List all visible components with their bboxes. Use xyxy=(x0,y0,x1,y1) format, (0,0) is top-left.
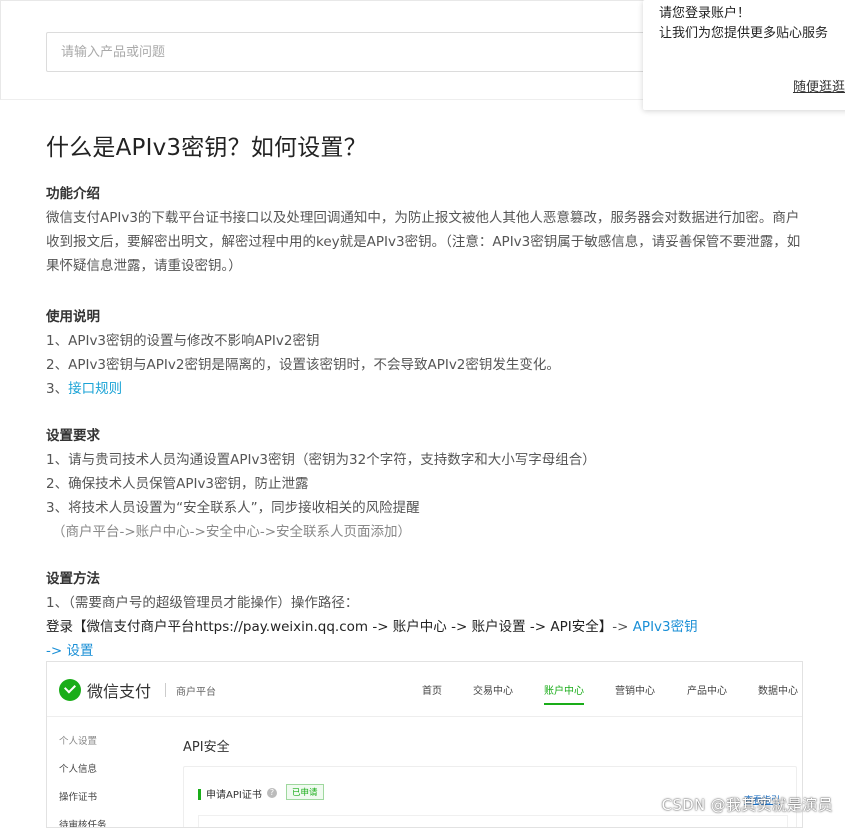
method-path-arrow: -> xyxy=(612,619,633,635)
article: 什么是APIv3密钥？如何设置？ 功能介绍 微信支付APIv3的下载平台证书接口… xyxy=(46,130,806,663)
intro-heading: 功能介绍 xyxy=(46,186,100,202)
method-section: 设置方法 1、（需要商户号的超级管理员才能操作）操作路径： 登录【微信支付商户平… xyxy=(46,567,806,663)
nav-marketing: 营销中心 xyxy=(615,686,655,697)
requirements-section: 设置要求 1、请与贵司技术人员沟通设置APIv3密钥（密钥为32个字符，支持数字… xyxy=(46,424,806,544)
login-popup-message: 让我们为您提供更多贴心服务 xyxy=(659,26,829,41)
divider xyxy=(165,683,167,697)
method-step-1: 1、（需要商户号的超级管理员才能操作）操作路径： xyxy=(46,595,359,611)
login-popup-title: 请您登录账户！ xyxy=(659,6,751,21)
applied-badge: 已申请 xyxy=(286,784,324,800)
usage-item-3: 3、接口规则 xyxy=(46,377,806,401)
method-heading: 设置方法 xyxy=(46,571,100,587)
requirement-item-3: 3、将技术人员设置为“安全联系人”，同步接收相关的风险提醒 xyxy=(46,500,420,516)
brand-sub: 商户平台 xyxy=(176,686,217,698)
api-security-title: API安全 xyxy=(183,740,230,755)
search-box[interactable] xyxy=(46,32,656,72)
side-item-personal-info: 个人信息 xyxy=(59,764,98,775)
panel-inner xyxy=(198,815,788,827)
wechat-pay-logo: 微信支付 商户平台 xyxy=(59,678,216,702)
wechat-pay-icon xyxy=(59,679,81,701)
method-path-apiv3: APIv3密钥 xyxy=(632,619,698,635)
interface-rules-link[interactable]: 接口规则 xyxy=(68,381,122,397)
intro-section: 功能介绍 微信支付APIv3的下载平台证书接口以及处理回调通知中，为防止报文被他… xyxy=(46,182,806,278)
usage-heading: 使用说明 xyxy=(46,309,100,325)
usage-item-2: 2、APIv3密钥与APIv2密钥是隔离的，设置该密钥时，不会导致APIv2密钥… xyxy=(46,357,560,373)
requirement-item-2: 2、确保技术人员保管APIv3密钥，防止泄露 xyxy=(46,476,309,492)
side-item-certificate: 操作证书 xyxy=(59,792,98,803)
brand-name: 微信支付 xyxy=(87,682,152,701)
csdn-watermark: CSDN @我其实就是演员 xyxy=(661,796,833,814)
nav-data: 数据中心 xyxy=(758,686,798,697)
method-path-set: -> 设置 xyxy=(46,643,94,659)
requirement-note: （商户平台->账户中心->安全中心->安全联系人页面添加） xyxy=(52,524,412,540)
method-path: 登录【微信支付商户平台https://pay.weixin.qq.com -> … xyxy=(46,615,806,639)
screenshot-sidebar: 个人设置 个人信息 操作证书 待审核任务 xyxy=(59,732,169,828)
nav-home: 首页 xyxy=(422,686,442,697)
method-path-text: 登录【微信支付商户平台https://pay.weixin.qq.com -> … xyxy=(46,619,613,635)
nav-product: 产品中心 xyxy=(687,686,727,697)
panel-accent-bar xyxy=(198,789,201,800)
usage-item-1: 1、APIv3密钥的设置与修改不影响APIv2密钥 xyxy=(46,333,320,349)
page-title: 什么是APIv3密钥？如何设置？ xyxy=(46,135,367,161)
usage-section: 使用说明 1、APIv3密钥的设置与修改不影响APIv2密钥 2、APIv3密钥… xyxy=(46,305,806,401)
screenshot-nav: 微信支付 商户平台 首页 交易中心 账户中心 营销中心 产品中心 数据中心 xyxy=(47,662,802,717)
api-cert-title: 申请API证书 xyxy=(206,790,262,801)
search-input[interactable] xyxy=(47,33,655,71)
side-item-personal-settings: 个人设置 xyxy=(59,736,98,747)
requirements-heading: 设置要求 xyxy=(46,428,100,444)
side-item-pending: 待审核任务 xyxy=(59,820,107,828)
intro-text: 微信支付APIv3的下载平台证书接口以及处理回调通知中，为防止报文被他人其他人恶… xyxy=(46,210,801,274)
help-icon: ? xyxy=(267,788,277,798)
nav-account: 账户中心 xyxy=(544,682,584,705)
requirement-item-1: 1、请与贵司技术人员沟通设置APIv3密钥（密钥为32个字符，支持数字和大小写字… xyxy=(46,452,596,468)
login-popup: 请您登录账户！ 让我们为您提供更多贴心服务 随便逛逛 xyxy=(643,0,845,110)
nav-trade: 交易中心 xyxy=(473,686,513,697)
browse-later-link[interactable]: 随便逛逛 xyxy=(793,76,845,95)
usage-item-3-prefix: 3、 xyxy=(46,381,69,397)
